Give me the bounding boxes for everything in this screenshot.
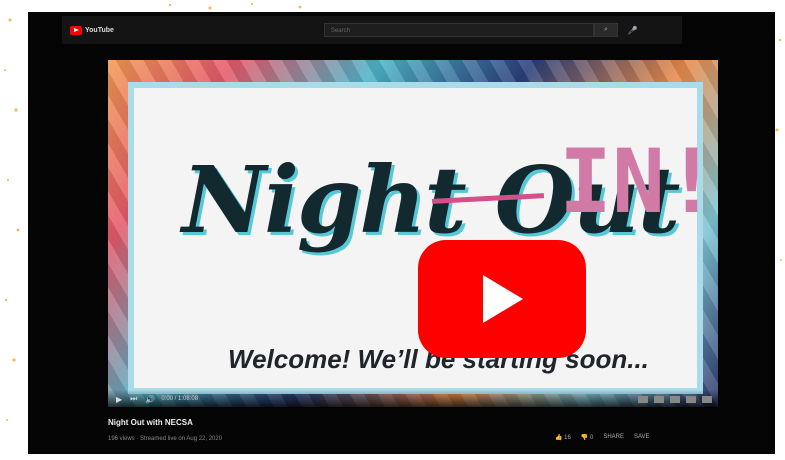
- search-button[interactable]: ⌕: [593, 23, 618, 37]
- youtube-header: YouTube Search ⌕ 🎤: [62, 16, 682, 44]
- video-meta: 196 views · Streamed live on Aug 22, 202…: [108, 436, 223, 442]
- player-controls: ▶ ⏭ 🔊 0:00 / 1:08:08: [108, 390, 718, 408]
- dislike-button[interactable]: 👎 0: [581, 434, 593, 441]
- video-player[interactable]: Night Out IN! SA Welcome! We’ll be start…: [108, 60, 718, 407]
- fullscreen-icon[interactable]: [702, 395, 712, 403]
- save-button[interactable]: SAVE: [634, 434, 650, 441]
- settings-icon[interactable]: [654, 395, 664, 403]
- like-button[interactable]: 👍 16: [555, 434, 571, 441]
- search-icon: ⌕: [603, 26, 608, 33]
- volume-icon[interactable]: 🔊: [145, 395, 155, 404]
- play-icon: [483, 275, 523, 323]
- share-button[interactable]: SHARE: [603, 434, 624, 441]
- video-title-card: Night Out IN! SA Welcome! We’ll be start…: [128, 82, 718, 394]
- play-pause-icon[interactable]: ▶: [116, 395, 122, 404]
- youtube-logo[interactable]: YouTube: [70, 25, 114, 35]
- search-input[interactable]: Search: [323, 23, 594, 37]
- video-actions: 👍 16 👎 0 SHARE SAVE: [555, 434, 650, 441]
- theater-icon[interactable]: [686, 395, 696, 403]
- in-headline: IN!: [559, 130, 718, 233]
- miniplayer-icon[interactable]: [670, 395, 680, 403]
- play-button[interactable]: [418, 240, 586, 358]
- youtube-logo-icon: [70, 25, 82, 35]
- video-title: Night Out with NECSA: [108, 418, 193, 427]
- youtube-logo-text: YouTube: [85, 26, 114, 34]
- subtitles-icon[interactable]: [638, 395, 648, 403]
- dislike-count: 0: [589, 435, 594, 441]
- time-display: 0:00 / 1:08:08: [161, 396, 199, 402]
- microphone-icon[interactable]: 🎤: [628, 26, 638, 35]
- next-icon[interactable]: ⏭: [130, 394, 137, 404]
- like-count: 16: [564, 435, 571, 441]
